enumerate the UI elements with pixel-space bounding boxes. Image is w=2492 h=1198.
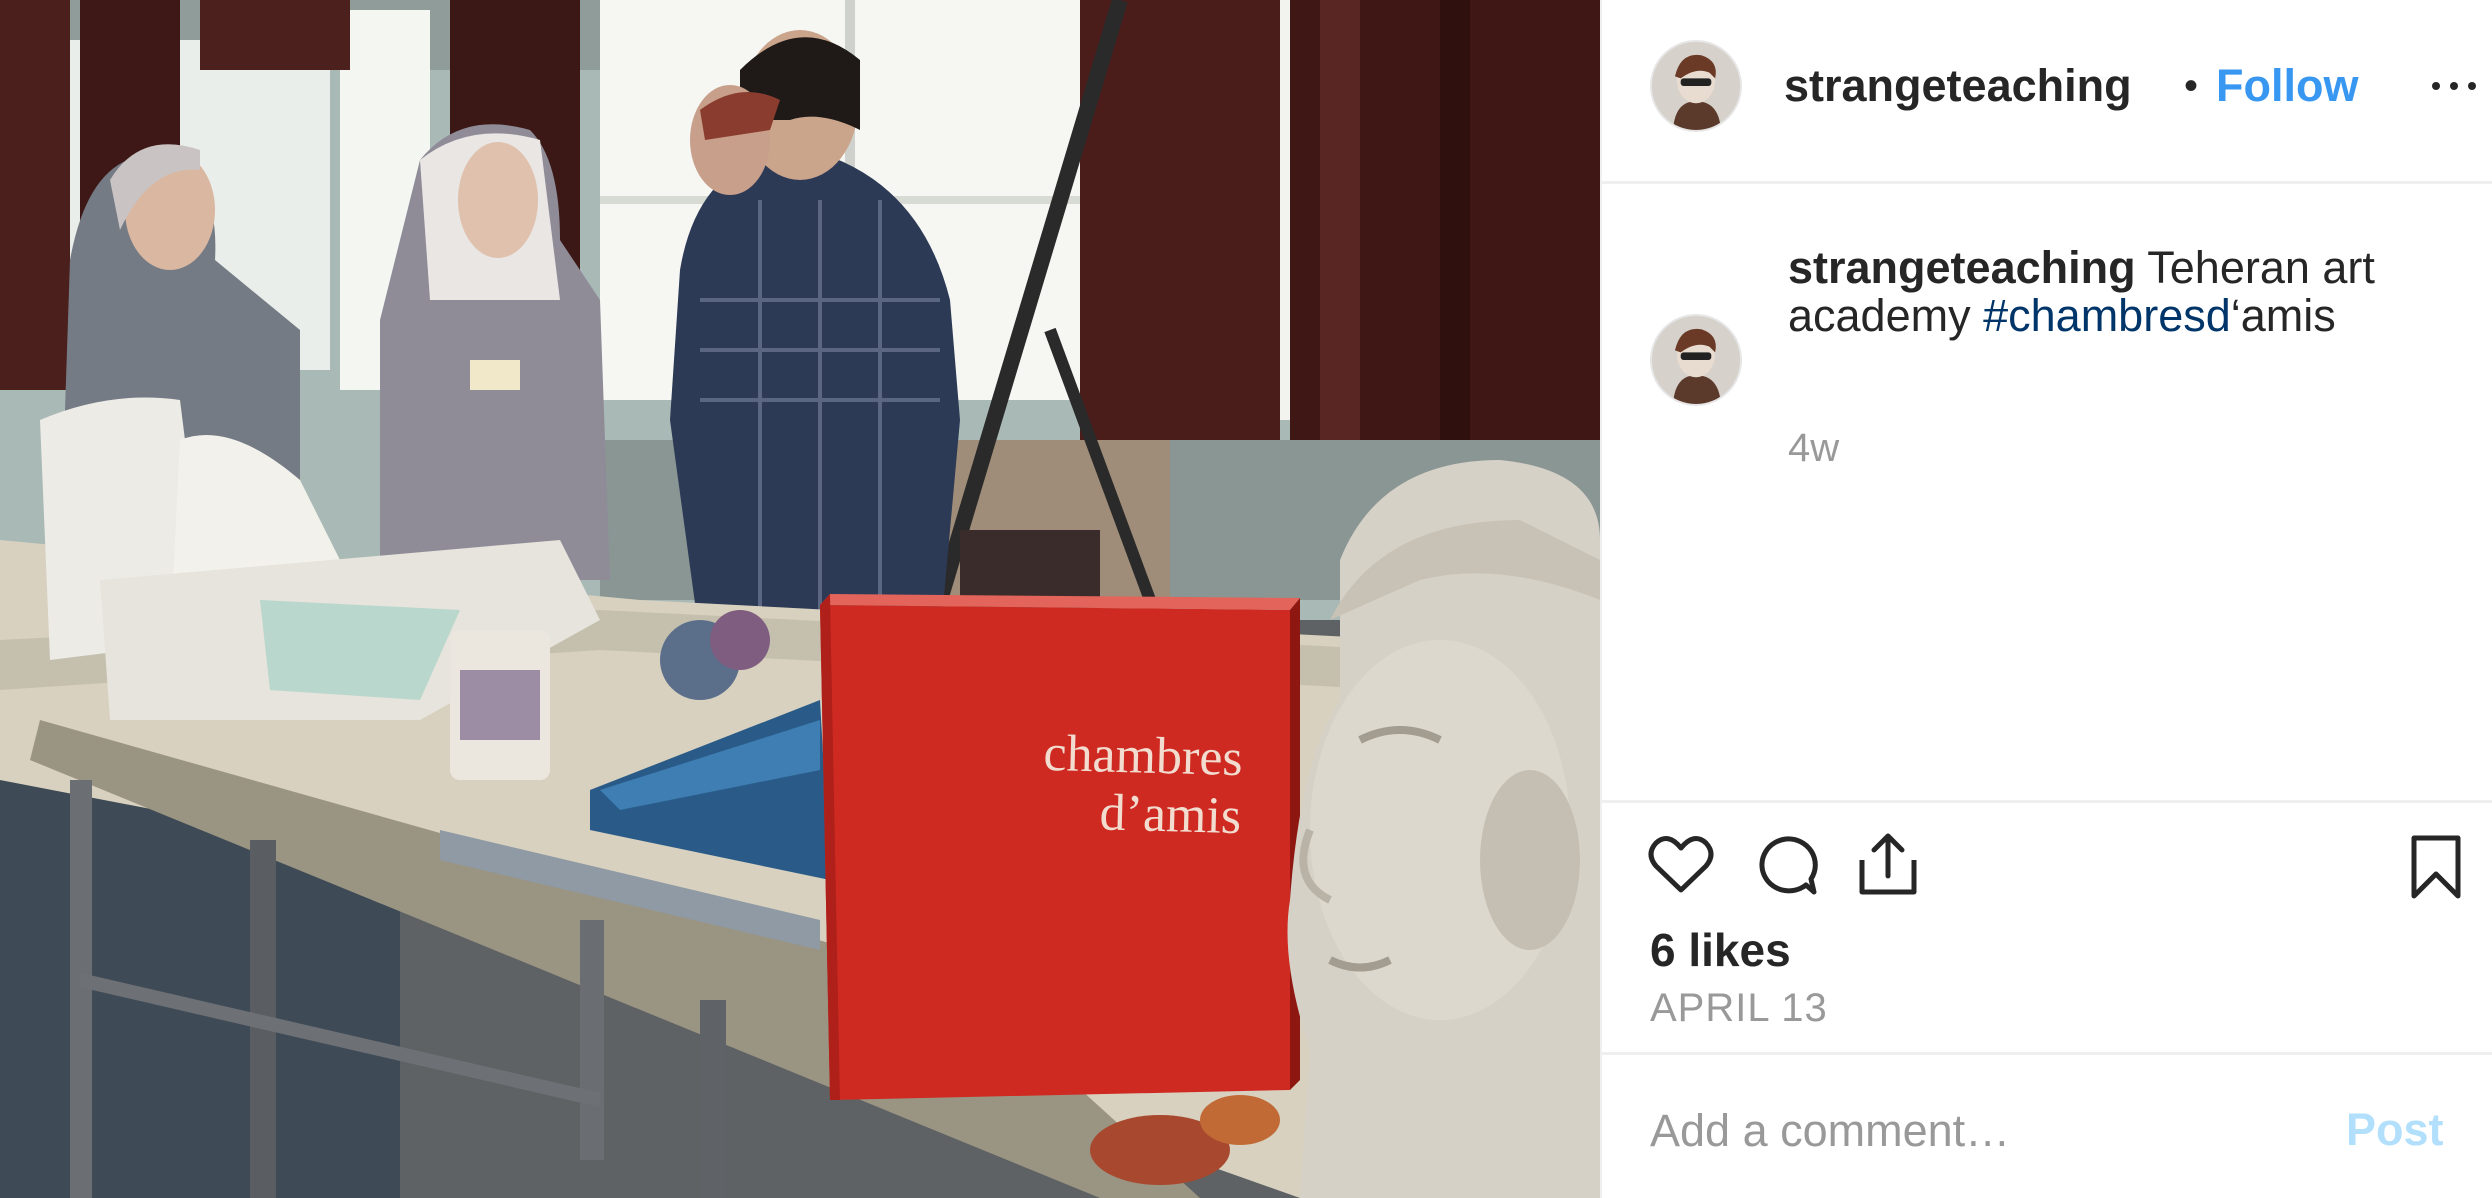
profile-picture-icon bbox=[1652, 42, 1740, 130]
post-comment-button[interactable]: Post bbox=[2346, 1100, 2444, 1160]
profile-picture-icon bbox=[1652, 316, 1740, 404]
header-avatar[interactable] bbox=[1650, 40, 1742, 132]
header-separator: • bbox=[2184, 64, 2199, 108]
heart-icon[interactable] bbox=[1648, 834, 1714, 894]
more-dot bbox=[2432, 82, 2440, 90]
post-header: strangeteaching • Follow bbox=[1602, 0, 2492, 184]
caption-text-tail: ‘amis bbox=[2230, 290, 2336, 341]
instagram-post: chambres d’amis strangeteaching • Follow bbox=[0, 0, 2492, 1198]
classroom-scene-illustration bbox=[0, 0, 1600, 1198]
post-date[interactable]: APRIL 13 bbox=[1650, 980, 1828, 1036]
divider bbox=[1602, 800, 2492, 803]
header-username[interactable]: strangeteaching bbox=[1784, 58, 2176, 114]
caption-time-ago[interactable]: 4w bbox=[1788, 424, 1839, 472]
more-dot bbox=[2450, 82, 2458, 90]
follow-button[interactable]: Follow bbox=[2216, 58, 2358, 114]
more-dot bbox=[2468, 82, 2476, 90]
comment-bubble-icon[interactable] bbox=[1754, 834, 1818, 898]
caption-username[interactable]: strangeteaching bbox=[1788, 242, 2136, 293]
share-upload-icon[interactable] bbox=[1856, 830, 1920, 898]
comment-input[interactable] bbox=[1650, 1096, 2310, 1166]
post-sidebar: strangeteaching • Follow strangeteaching… bbox=[1600, 0, 2492, 1198]
more-options-icon[interactable] bbox=[2430, 60, 2478, 110]
post-caption: strangeteaching Teheran art academy #cha… bbox=[1788, 244, 2448, 340]
post-photo: chambres d’amis bbox=[0, 0, 1600, 1198]
caption-hashtag[interactable]: #chambresd bbox=[1983, 290, 2231, 341]
divider bbox=[1602, 1052, 2492, 1055]
book-cover-title: chambres d’amis bbox=[1042, 724, 1244, 846]
likes-count[interactable]: 6 likes bbox=[1650, 922, 1791, 978]
caption-avatar[interactable] bbox=[1650, 314, 1742, 406]
bookmark-icon[interactable] bbox=[2408, 834, 2464, 900]
